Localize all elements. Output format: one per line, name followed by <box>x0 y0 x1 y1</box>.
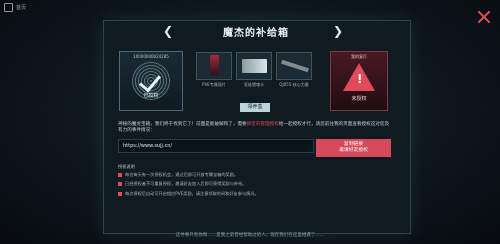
copy-link-button[interactable]: 复制链接 邀请好友授权 <box>316 139 391 157</box>
top-bar: 首页 <box>4 3 26 12</box>
previous-arrow-icon[interactable]: ❮ <box>163 24 173 38</box>
bullet-icon <box>118 182 122 187</box>
note-item: 已经授权者不可重复授权，邀请好友加入后即可获得奖励与补给。 <box>118 181 378 187</box>
reward-label: 狂徒猎魂卡 <box>244 82 264 87</box>
bullet-icon <box>118 173 122 178</box>
reward-item[interactable]: PVE专属丽片 <box>196 52 232 92</box>
copy-button-line2: 邀请好友授权 <box>339 148 368 153</box>
reward-label: PVE专属丽片 <box>202 82 226 87</box>
weapon-icon <box>276 52 312 80</box>
card-icon <box>236 52 272 80</box>
home-icon[interactable] <box>4 3 13 12</box>
reward-item[interactable]: QJ055-核心力量 <box>276 52 312 92</box>
note-item: 每位每天有一次授权机会，通过后即可开放专属宝箱的奖励。 <box>118 172 378 178</box>
unauthorized-status: 未授权 <box>351 96 367 102</box>
check-icon <box>138 69 162 93</box>
note-text: 每位每天有一次授权机会，通过后即可开放专属宝箱的奖励。 <box>125 172 239 178</box>
warning-icon: ! <box>343 63 375 91</box>
unauthorized-card: 我的复打 ! 未授权 <box>330 51 388 111</box>
reward-label: QJ055-核心力量 <box>279 82 309 87</box>
next-arrow-icon[interactable]: ❯ <box>333 24 343 38</box>
card-number: 10000000024285 <box>133 54 169 59</box>
unauthorized-card-header: 我的复打 <box>351 54 367 59</box>
description-highlight: 绑定的管理授权 <box>246 122 279 127</box>
panel-header: ❮ 魔杰的补给箱 ❯ <box>103 20 409 42</box>
poster-icon <box>196 52 232 80</box>
claim-box-button[interactable]: 领养盒 <box>240 103 270 112</box>
reward-item[interactable]: 狂徒猎魂卡 <box>236 52 272 92</box>
authorized-status: 已授权 <box>143 93 159 99</box>
description-part: 神秘的魔龙宝箱，我们终于找到它了！前面是能破解和了，需要 <box>118 122 247 127</box>
panel-title: 魔杰的补给箱 <box>223 27 289 39</box>
notes-section: 授权说明 每位每天有一次授权机会，通过后即可开放专属宝箱的奖励。 已经授权者不可… <box>118 164 378 200</box>
reward-list: PVE专属丽片 狂徒猎魂卡 QJ055-核心力量 <box>196 52 316 92</box>
note-text: 已经授权者不可重复授权，邀请好友加入后即可获得奖励与补给。 <box>125 181 247 187</box>
notes-title: 授权说明 <box>118 164 135 169</box>
authorized-card: 10000000024285 已授权 <box>119 51 183 111</box>
footer-text: 这件事只有你和……是我之前曾经帮助过的人，现在我们在这里相遇了…… <box>175 233 325 238</box>
invite-url-field[interactable]: https://www.sujj.cn/ <box>118 139 314 153</box>
note-text: 每次授权后自动可开启相应PVE奖励，请注意领取时间和好友参与情况。 <box>125 190 259 196</box>
close-icon[interactable] <box>477 10 491 24</box>
note-item: 每次授权后自动可开启相应PVE奖励，请注意领取时间和好友参与情况。 <box>118 191 378 197</box>
top-bar-title: 首页 <box>16 5 27 11</box>
description-text: 神秘的魔龙宝箱，我们终于找到它了！前面是能破解和了，需要绑定的管理授权给一起授权… <box>118 122 390 135</box>
bullet-icon <box>118 191 122 196</box>
